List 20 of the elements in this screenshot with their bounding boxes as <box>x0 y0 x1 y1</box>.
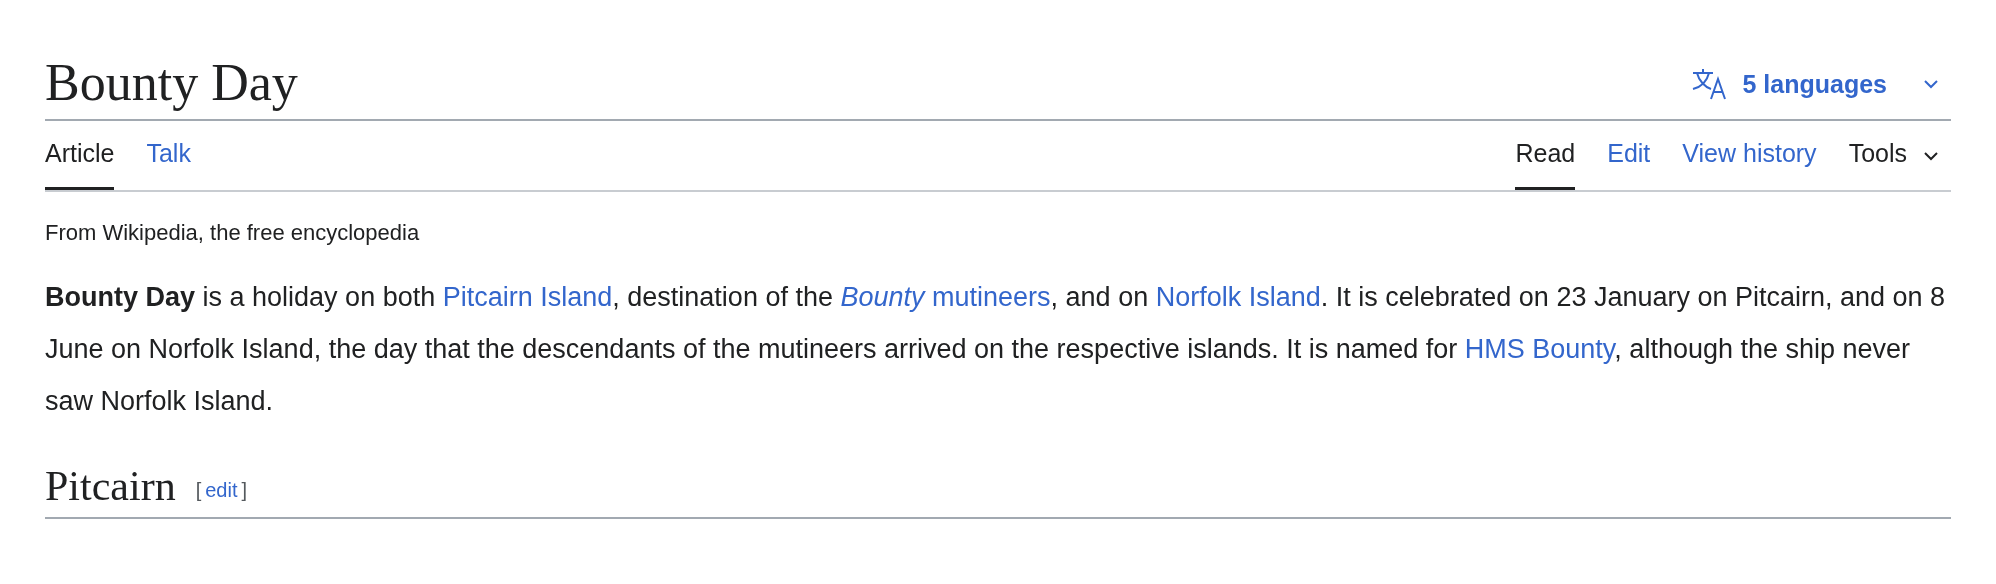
bracket: ] <box>241 478 247 503</box>
link[interactable]: Pitcairn Island <box>442 282 613 312</box>
section-heading: Pitcairn <box>45 465 176 507</box>
paragraph: Bounty Day is a holiday on both Pitcairn Island, destination of the Bounty mutineers, and on Norfolk Island. It is celebrated on 23 January on Pitcairn, and on 8 June on Norfolk Island, the day that the descendants of the mutineers arrived on the respective islands. It is named for HMS Bounty, although the ship never saw Norfolk Island. <box>45 281 1947 418</box>
languages-button[interactable]: 5 languages <box>1690 65 1939 103</box>
edit-link[interactable]: edit <box>205 475 238 505</box>
tab[interactable]: Talk <box>146 121 191 190</box>
tab[interactable]: Article <box>45 121 115 190</box>
tagline: From Wikipedia, the free encyclopedia <box>45 219 421 247</box>
chevron-down-icon <box>1923 79 1939 90</box>
bracket: [ <box>195 478 202 503</box>
tab[interactable]: Edit <box>1607 121 1651 190</box>
tab[interactable]: View history <box>1682 121 1817 190</box>
tools-menu[interactable]: Tools <box>1848 121 1907 190</box>
link[interactable]: Norfolk Island <box>1155 282 1321 312</box>
tab[interactable]: Read <box>1515 121 1576 190</box>
page-title: Bounty Day <box>45 57 298 109</box>
chevron-down-icon <box>1923 150 1939 161</box>
link[interactable]: HMS Bounty <box>1464 334 1615 364</box>
link[interactable]: Bounty mutineers <box>840 282 1051 312</box>
